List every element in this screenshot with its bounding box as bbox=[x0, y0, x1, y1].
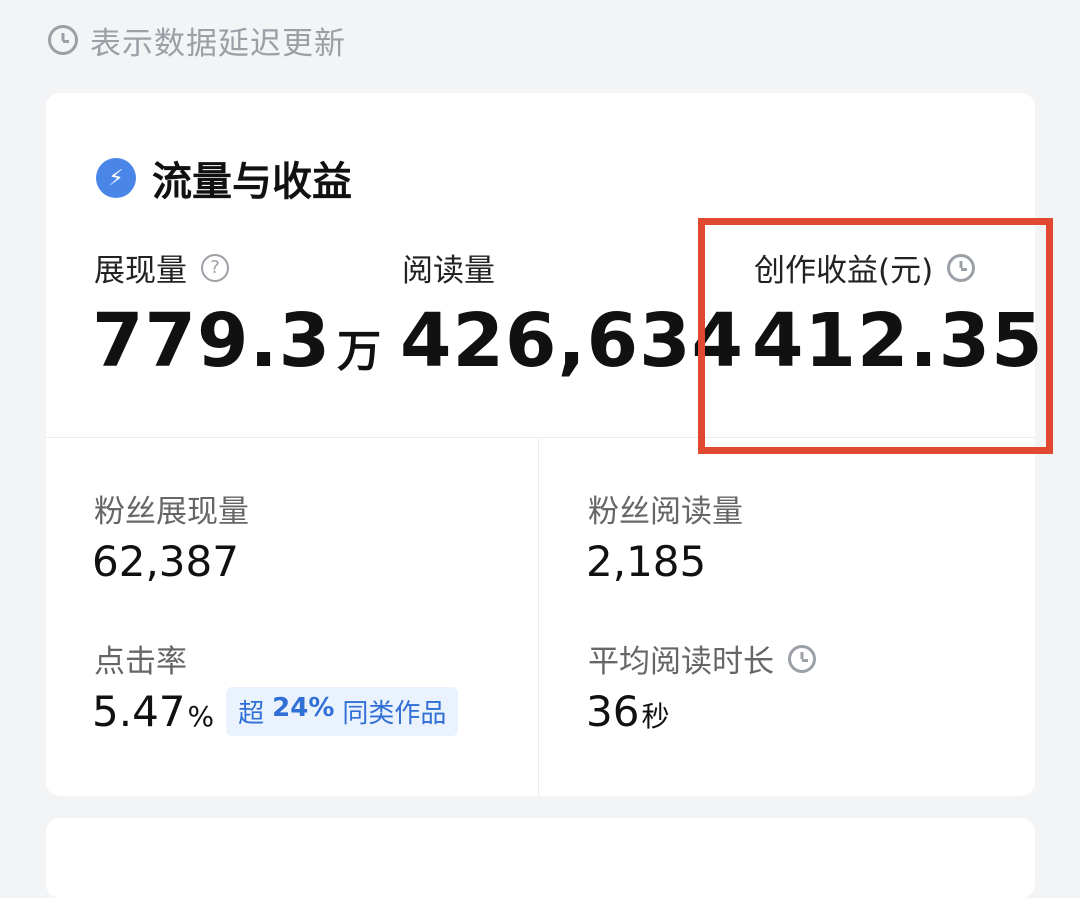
impressions-value: 779.3 万 bbox=[92, 298, 382, 384]
fan-impressions-number: 62,387 bbox=[92, 537, 239, 586]
avg-read-time-label-text: 平均阅读时长 bbox=[588, 644, 774, 680]
avg-read-time-unit: 秒 bbox=[641, 700, 670, 733]
ctr-unit: % bbox=[187, 700, 215, 733]
badge-suffix: 同类作品 bbox=[342, 699, 447, 729]
reads-value: 426,634 bbox=[400, 298, 744, 384]
impressions-label-text: 展现量 bbox=[94, 253, 187, 289]
impressions-unit: 万 bbox=[337, 326, 383, 377]
fan-impressions-label: 粉丝展现量 bbox=[94, 486, 249, 531]
vertical-divider bbox=[538, 438, 539, 796]
badge-percent: 24% bbox=[272, 693, 335, 723]
peer-comparison-badge: 超 24% 同类作品 bbox=[226, 687, 459, 736]
fan-reads-label: 粉丝阅读量 bbox=[588, 486, 743, 531]
section-header: ⚡ 流量与收益 bbox=[96, 149, 352, 207]
fan-reads-value: 2,185 bbox=[586, 537, 706, 586]
avg-read-time-number: 36 bbox=[586, 687, 640, 736]
fan-impressions-value: 62,387 bbox=[92, 537, 239, 586]
fan-impressions-label-text: 粉丝展现量 bbox=[94, 494, 249, 530]
next-card bbox=[46, 818, 1035, 898]
fan-reads-number: 2,185 bbox=[586, 537, 707, 586]
ctr-value: 5.47 % 超 24% 同类作品 bbox=[92, 687, 459, 736]
ctr-label: 点击率 bbox=[94, 636, 187, 681]
reads-label-text: 阅读量 bbox=[402, 253, 495, 289]
clock-icon bbox=[48, 25, 78, 55]
clock-icon bbox=[788, 644, 816, 673]
fan-reads-label-text: 粉丝阅读量 bbox=[588, 494, 743, 530]
avg-read-time-value: 36 秒 bbox=[586, 687, 669, 736]
delay-notice-text: 表示数据延迟更新 bbox=[90, 25, 346, 62]
badge-prefix: 超 bbox=[238, 699, 265, 729]
earnings-highlight-box bbox=[698, 218, 1053, 454]
reads-number: 426,634 bbox=[400, 298, 745, 384]
impressions-label: 展现量 ? bbox=[94, 245, 229, 290]
impressions-number: 779.3 bbox=[92, 298, 332, 384]
ctr-number: 5.47 bbox=[92, 687, 186, 736]
section-title: 流量与收益 bbox=[152, 159, 352, 205]
avg-read-time-label: 平均阅读时长 bbox=[588, 636, 816, 681]
delay-notice: 表示数据延迟更新 bbox=[48, 18, 346, 62]
ctr-label-text: 点击率 bbox=[94, 644, 187, 680]
help-icon[interactable]: ? bbox=[201, 253, 229, 282]
reads-label: 阅读量 bbox=[402, 245, 495, 290]
bolt-icon: ⚡ bbox=[96, 158, 136, 198]
